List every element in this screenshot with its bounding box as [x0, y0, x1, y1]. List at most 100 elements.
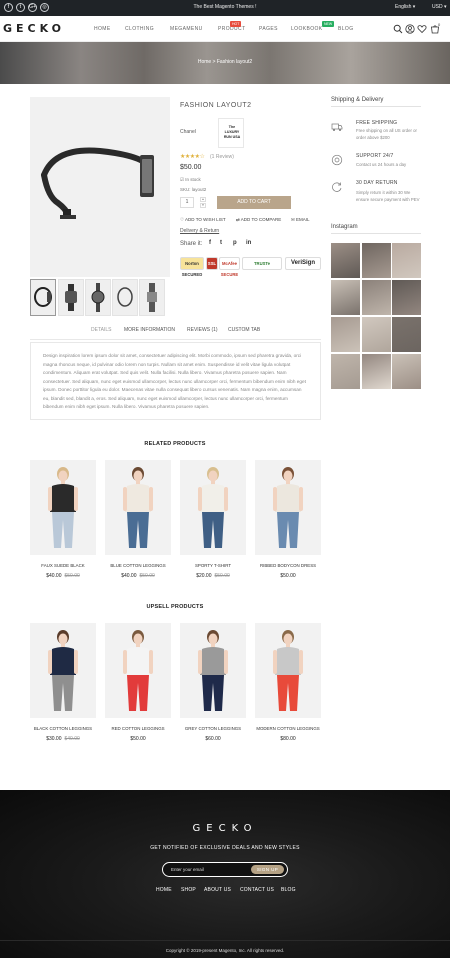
sidebar-divider	[331, 106, 421, 107]
watch-thumb	[65, 284, 77, 311]
product-image[interactable]	[180, 623, 246, 718]
feature-shipping-title: FREE SHIPPING	[356, 120, 398, 126]
footer-link-blog[interactable]: BLOG	[281, 887, 296, 893]
current-price: $60.00	[205, 736, 221, 742]
product-image[interactable]	[30, 460, 96, 555]
add-to-compare-link[interactable]: ⇄ ADD TO COMPARE	[236, 217, 281, 223]
instagram-photo[interactable]	[361, 354, 391, 389]
thumbnail-1[interactable]	[30, 279, 56, 316]
tab-custom[interactable]: CUSTOM TAB	[228, 327, 260, 333]
instagram-photo[interactable]	[361, 317, 391, 352]
product-image[interactable]	[105, 460, 171, 555]
product-name[interactable]: FAUX SUEDE BLACK	[30, 563, 96, 568]
product-main-image[interactable]	[30, 97, 170, 277]
qty-increase-button[interactable]: ▲	[200, 197, 206, 202]
footer-link-contact[interactable]: CONTACT US	[240, 887, 274, 893]
brand-logo[interactable]: The LUXURY RUN USA	[218, 118, 244, 148]
newsletter-form: Enter your email SIGN UP	[162, 862, 288, 877]
nav-pages[interactable]: PAGES	[259, 26, 278, 32]
share-label: Share it:	[180, 241, 203, 247]
delivery-return-link[interactable]: Delivery & Return	[180, 228, 219, 234]
current-price: $40.00	[46, 573, 62, 579]
instagram-photo[interactable]	[361, 280, 391, 315]
share-twitter-icon[interactable]: t	[220, 240, 222, 246]
instagram-photo[interactable]	[392, 243, 421, 278]
promo-text: The Best Magento Themes !	[193, 4, 257, 10]
product-image[interactable]	[105, 623, 171, 718]
watch-thumb	[34, 287, 52, 307]
nav-clothing[interactable]: CLOTHING	[125, 26, 154, 32]
product-name[interactable]: MODERN COTTON LEGGINGS	[255, 726, 321, 731]
language-selector[interactable]: English ▾	[395, 4, 415, 10]
quantity-input[interactable]: 1	[180, 197, 194, 208]
footer-link-about[interactable]: ABOUT US	[204, 887, 231, 893]
qty-decrease-button[interactable]: ▼	[200, 203, 206, 208]
current-price: $50.00	[280, 573, 296, 579]
stock-status: ☑ In stock	[180, 177, 201, 182]
top-bar: f t G+ ◎ The Best Magento Themes ! Engli…	[0, 0, 450, 16]
thumbnail-2[interactable]	[58, 279, 84, 316]
instagram-photo[interactable]	[392, 354, 421, 389]
nav-lookbook[interactable]: LOOKBOOK	[291, 26, 323, 32]
search-icon[interactable]	[393, 24, 403, 34]
thumbnail-5[interactable]	[139, 279, 165, 316]
product-name[interactable]: BLUE COTTON LEGGINGS	[105, 563, 171, 568]
product-price: $60.00	[180, 736, 246, 742]
product-name[interactable]: BLACK COTTON LEGGINGS	[30, 726, 96, 731]
email-input[interactable]: Enter your email	[171, 867, 204, 872]
tab-more-information[interactable]: MORE INFORMATION	[124, 327, 175, 333]
add-to-wishlist-link[interactable]: ♡ ADD TO WISH LIST	[180, 217, 226, 223]
current-price: $80.00	[280, 736, 296, 742]
product-name[interactable]: SPORTY T-SHIRT	[180, 563, 246, 568]
add-to-cart-button[interactable]: ADD TO CART	[217, 196, 291, 209]
feature-return-desc: Simply return it within 30 We ensure sec…	[356, 190, 420, 202]
currency-selector[interactable]: USD ▾	[432, 4, 446, 10]
nav-home[interactable]: HOME	[94, 26, 111, 32]
email-link[interactable]: ✉ EMAIL	[291, 217, 310, 223]
product-name[interactable]: GREY COTTON LEGGINGS	[180, 726, 246, 731]
instagram-photo[interactable]	[331, 354, 360, 389]
footer-link-shop[interactable]: SHOP	[181, 887, 196, 893]
instagram-photo[interactable]	[331, 317, 360, 352]
account-icon[interactable]	[405, 24, 415, 34]
thumbnail-4[interactable]	[112, 279, 138, 316]
site-header: GECKO HOME CLOTHING MEGAMENU PRODUCT PAG…	[0, 16, 450, 42]
wishlist-icon[interactable]	[417, 24, 427, 34]
product-name[interactable]: RIBBED BODYCON DRESS	[255, 563, 321, 568]
tab-divider	[30, 339, 321, 340]
share-pinterest-icon[interactable]: p	[233, 240, 237, 246]
footer-link-home[interactable]: HOME	[156, 887, 172, 893]
product-image[interactable]	[180, 460, 246, 555]
product-image[interactable]	[30, 623, 96, 718]
tab-details[interactable]: DETAILS	[91, 327, 111, 333]
feature-support-desc: Contact us 24 hours a day	[356, 162, 407, 167]
feature-support-title: SUPPORT 24/7	[356, 153, 394, 159]
support-icon	[331, 154, 343, 166]
product-price: $50.00	[180, 164, 202, 171]
share-linkedin-icon[interactable]: in	[246, 240, 251, 246]
product-image[interactable]	[255, 460, 321, 555]
old-price: $50.00	[214, 573, 230, 579]
instagram-photo[interactable]	[331, 243, 360, 278]
sku: SKU: layout2	[180, 187, 207, 192]
instagram-photo[interactable]	[392, 280, 421, 315]
new-badge: NEW	[322, 21, 335, 27]
nav-blog[interactable]: BLOG	[338, 26, 354, 32]
tab-reviews[interactable]: REVIEWS (1)	[187, 327, 218, 333]
footer-logo[interactable]: GECKO	[0, 823, 450, 834]
watch-image	[41, 147, 154, 219]
instagram-divider	[331, 233, 421, 234]
current-price: $50.00	[130, 736, 146, 742]
instagram-photo[interactable]	[361, 243, 391, 278]
instagram-photo[interactable]	[331, 280, 360, 315]
truste-badge: TRUSTe	[242, 257, 282, 270]
product-image[interactable]	[255, 623, 321, 718]
nav-megamenu[interactable]: MEGAMENU	[170, 26, 203, 32]
review-link[interactable]: (1 Review)	[210, 154, 234, 160]
instagram-photo[interactable]	[392, 317, 421, 352]
site-logo[interactable]: GECKO	[3, 22, 65, 35]
share-facebook-icon[interactable]: f	[209, 240, 211, 246]
thumbnail-3[interactable]	[85, 279, 111, 316]
signup-button[interactable]: SIGN UP	[251, 865, 284, 874]
product-name[interactable]: RED COTTON LEGGINGS	[105, 726, 171, 731]
